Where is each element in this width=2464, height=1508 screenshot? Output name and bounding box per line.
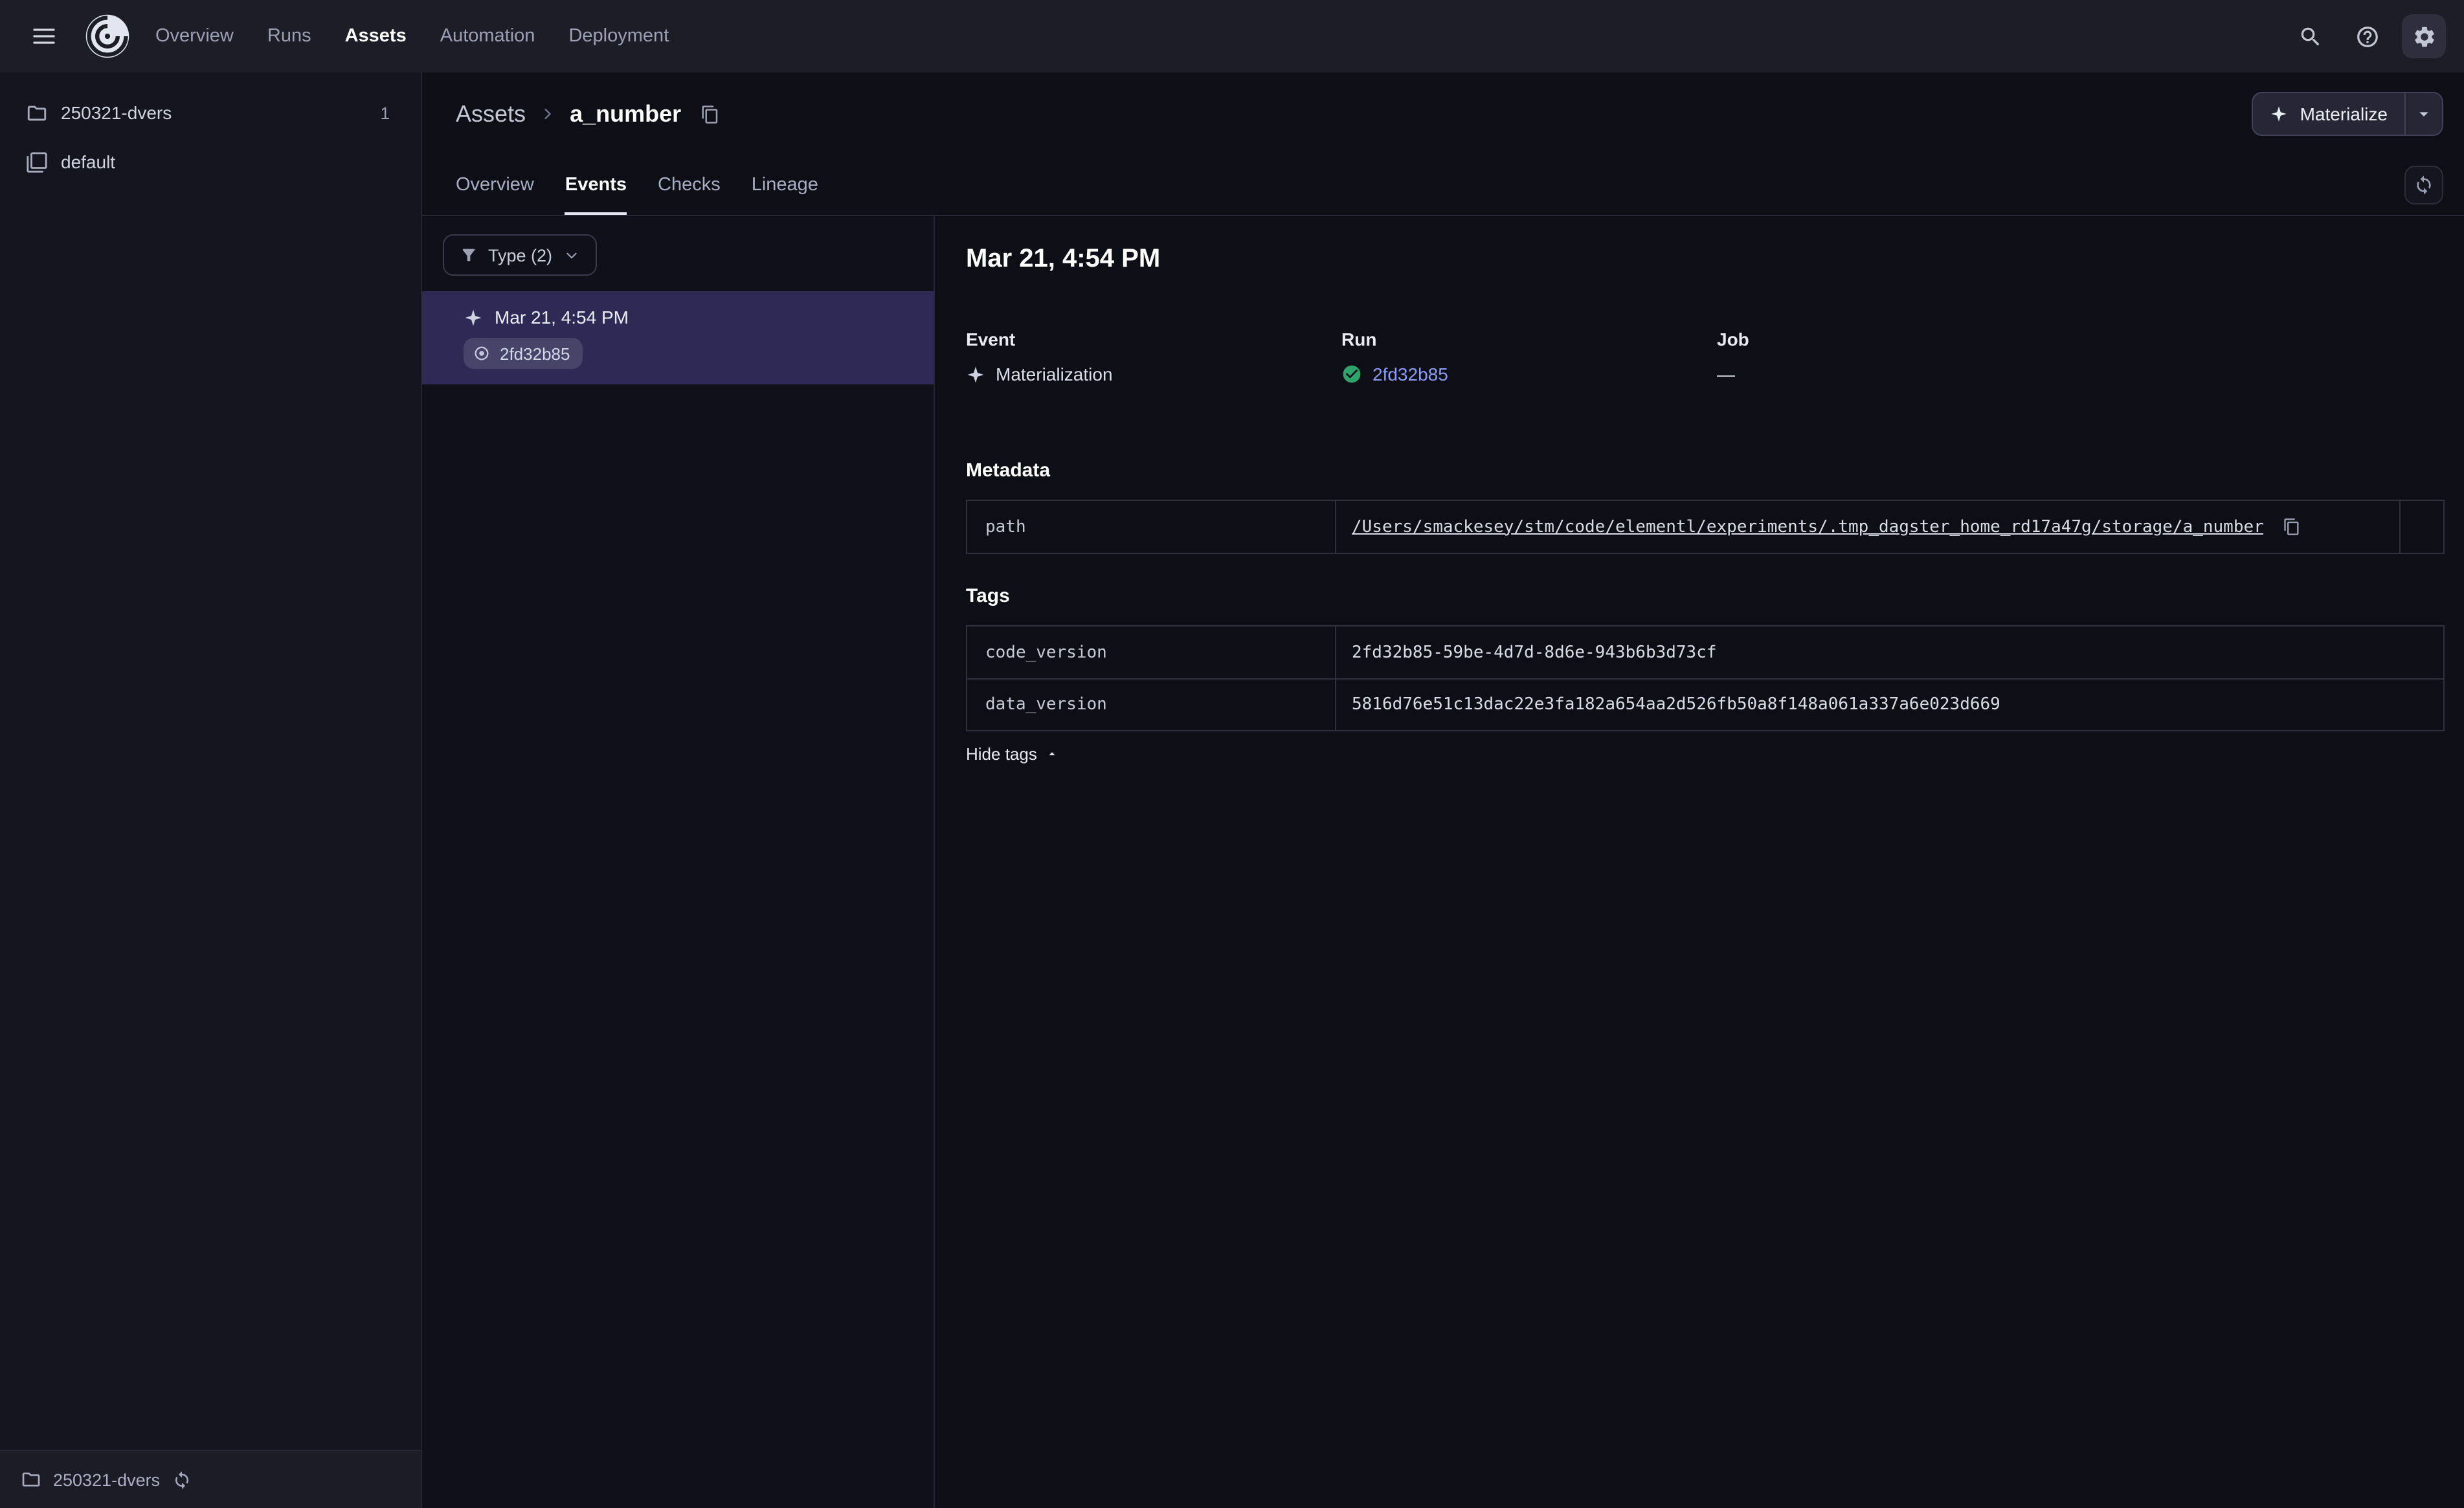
run-label: Run	[1341, 329, 1377, 349]
gear-icon	[2412, 24, 2436, 49]
table-row: data_version 5816d76e51c13dac22e3fa182a6…	[967, 678, 2443, 730]
event-list: Mar 21, 4:54 PM 2fd32b85	[422, 291, 934, 384]
metadata-table: path /Users/smackesey/stm/code/elementl/…	[966, 500, 2445, 554]
tab-checks[interactable]: Checks	[658, 155, 721, 215]
sidebar-footer[interactable]: 250321-dvers	[0, 1450, 421, 1508]
event-type-value: Materialization	[996, 364, 1113, 384]
chevron-right-icon	[539, 105, 557, 123]
settings-button[interactable]	[2402, 14, 2446, 58]
refresh-icon	[2414, 175, 2434, 195]
nav-item-overview[interactable]: Overview	[155, 26, 234, 47]
circle-dot-icon	[473, 344, 491, 362]
sync-icon[interactable]	[172, 1470, 191, 1489]
caret-down-icon	[2414, 104, 2434, 124]
nav-item-assets[interactable]: Assets	[345, 26, 407, 47]
nav-actions	[2288, 14, 2446, 58]
event-summary: Event Materialization Run 2fd32b85 Job —	[966, 329, 2445, 384]
hide-tags-toggle[interactable]: Hide tags	[966, 744, 1059, 764]
events-list-panel: Type (2) Mar 21, 4:54 PM 2fd32b85	[422, 216, 935, 1508]
asset-count-badge: 1	[380, 103, 390, 122]
breadcrumb-assets-link[interactable]: Assets	[456, 100, 526, 128]
event-timestamp: Mar 21, 4:54 PM	[495, 307, 629, 327]
event-label: Event	[966, 329, 1016, 349]
dagster-logo[interactable]	[83, 12, 132, 61]
asset-detail-page: Assets a_number Materialize Overview Eve…	[422, 72, 2464, 1508]
materialize-button: Materialize	[2252, 92, 2443, 136]
tag-key: code_version	[967, 626, 1336, 678]
footer-location-label: 250321-dvers	[53, 1470, 161, 1489]
table-row: code_version 2fd32b85-59be-4d7d-8d6e-943…	[967, 626, 2443, 678]
copy-path-button[interactable]	[2277, 511, 2308, 542]
hide-tags-label: Hide tags	[966, 744, 1037, 764]
job-value: —	[1717, 364, 1735, 384]
sparkle-icon	[2270, 105, 2289, 123]
code-location-label: 250321-dvers	[61, 102, 172, 123]
main-nav: Overview Runs Assets Automation Deployme…	[155, 26, 669, 47]
run-id-link[interactable]: 2fd32b85	[1372, 364, 1448, 384]
help-icon	[2355, 24, 2379, 49]
tags-heading: Tags	[966, 585, 1010, 607]
sparkle-icon	[464, 307, 483, 327]
tab-events[interactable]: Events	[565, 155, 627, 215]
tag-value: 2fd32b85-59be-4d7d-8d6e-943b6b3d73cf	[1352, 643, 1717, 662]
metadata-section: Metadata path /Users/smackesey/stm/code/…	[966, 460, 2445, 554]
breadcrumb: Assets a_number	[456, 98, 725, 129]
metadata-path-link[interactable]: /Users/smackesey/stm/code/elementl/exper…	[1352, 517, 2264, 537]
job-label: Job	[1717, 329, 1749, 349]
asset-name: a_number	[570, 100, 682, 126]
help-button[interactable]	[2345, 14, 2389, 58]
copy-icon	[2283, 518, 2302, 536]
tag-value: 5816d76e51c13dac22e3fa182a654aa2d526fb50…	[1352, 695, 2000, 715]
sidebar-item-group-default[interactable]: default	[0, 137, 421, 186]
chevron-down-icon	[563, 247, 579, 263]
metadata-heading: Metadata	[966, 460, 1051, 482]
nav-item-deployment[interactable]: Deployment	[568, 26, 669, 47]
metadata-key: path	[967, 501, 1336, 553]
event-run-id: 2fd32b85	[500, 344, 570, 363]
caret-up-icon	[1045, 747, 1059, 761]
sidebar-item-code-location[interactable]: 250321-dvers 1	[0, 88, 421, 137]
search-button[interactable]	[2288, 14, 2332, 58]
group-label: default	[61, 151, 116, 172]
search-icon	[2298, 24, 2322, 49]
tab-overview[interactable]: Overview	[456, 155, 534, 215]
event-detail-panel: Mar 21, 4:54 PM Event Materialization Ru…	[935, 216, 2464, 1508]
top-nav: Overview Runs Assets Automation Deployme…	[0, 0, 2464, 72]
event-type-filter[interactable]: Type (2)	[443, 234, 597, 276]
refresh-button[interactable]	[2404, 166, 2443, 205]
tags-table: code_version 2fd32b85-59be-4d7d-8d6e-943…	[966, 625, 2445, 731]
event-detail-title: Mar 21, 4:54 PM	[966, 245, 1161, 273]
tab-lineage[interactable]: Lineage	[752, 155, 818, 215]
nav-item-automation[interactable]: Automation	[440, 26, 535, 47]
folder-icon	[21, 1469, 41, 1490]
page-header: Assets a_number Materialize	[422, 72, 2464, 155]
materialize-label: Materialize	[2300, 104, 2388, 124]
sparkle-icon	[966, 364, 985, 384]
folder-icon	[26, 102, 48, 124]
materialize-dropdown[interactable]	[2406, 93, 2442, 135]
dagster-app: Overview Runs Assets Automation Deployme…	[0, 0, 2464, 1508]
asset-tabs: Overview Events Checks Lineage	[456, 155, 818, 215]
funnel-icon	[460, 246, 478, 264]
tag-key: data_version	[967, 680, 1336, 730]
asset-groups-sidebar: 250321-dvers 1 default 250321-dvers	[0, 72, 422, 1508]
materialize-action[interactable]: Materialize	[2254, 93, 2404, 135]
copy-icon	[700, 104, 719, 124]
event-run-pill[interactable]: 2fd32b85	[464, 338, 583, 369]
hamburger-icon	[31, 23, 57, 49]
layers-icon	[26, 151, 48, 173]
tags-section: Tags code_version 2fd32b85-59be-4d7d-8d6…	[966, 585, 2445, 766]
asset-tabs-row: Overview Events Checks Lineage	[422, 155, 2464, 216]
menu-button[interactable]	[21, 13, 67, 60]
table-row: path /Users/smackesey/stm/code/elementl/…	[967, 501, 2443, 553]
row-action-cell	[2399, 501, 2443, 553]
check-circle-icon	[1341, 364, 1362, 384]
filter-label: Type (2)	[488, 245, 553, 265]
event-list-item[interactable]: Mar 21, 4:54 PM 2fd32b85	[422, 291, 934, 384]
nav-item-runs[interactable]: Runs	[267, 26, 311, 47]
copy-asset-name-button[interactable]	[694, 98, 725, 129]
